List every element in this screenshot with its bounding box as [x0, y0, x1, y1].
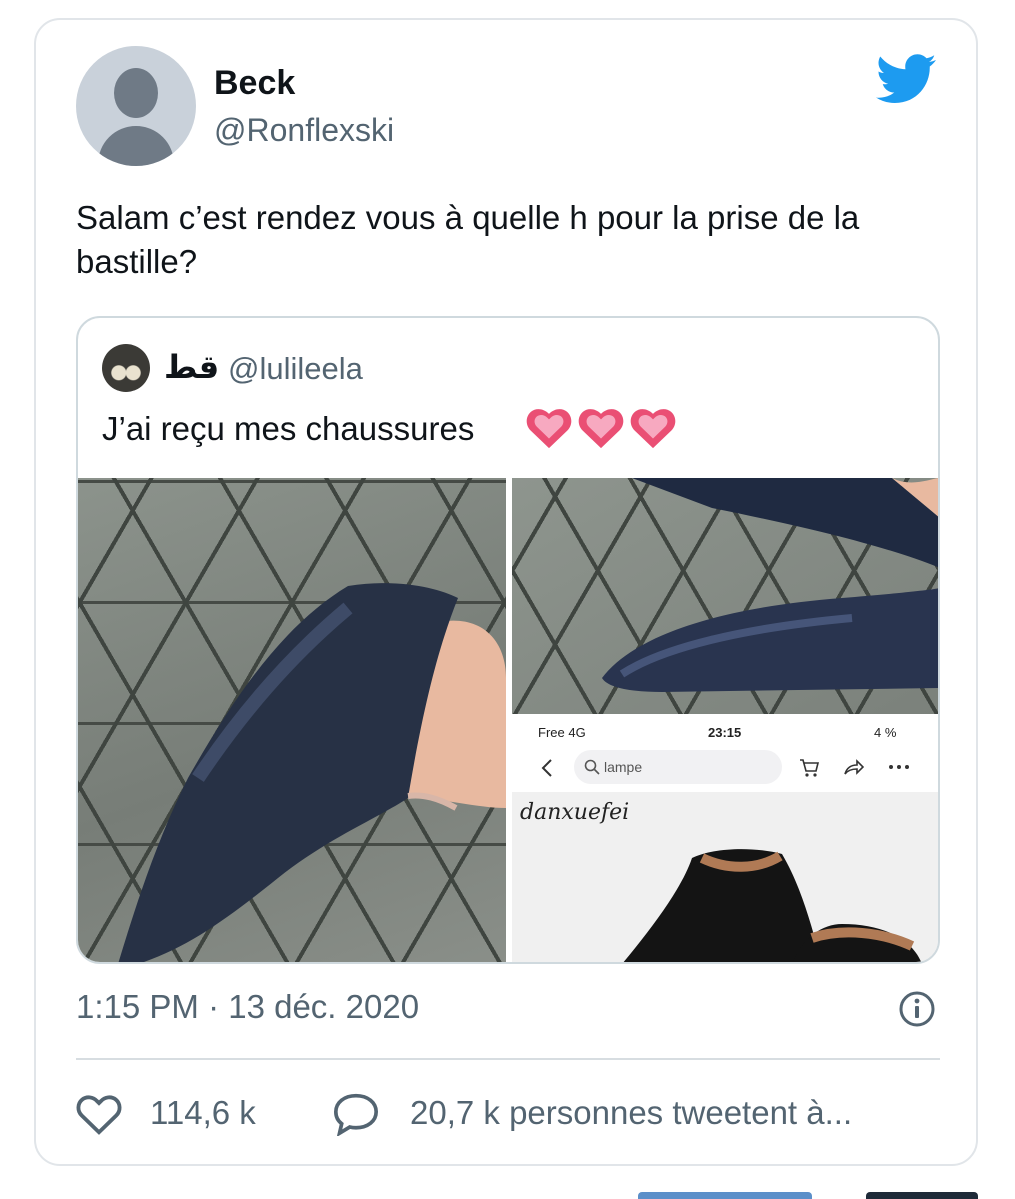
avatar-body-shape — [98, 126, 174, 166]
avatar-head-shape — [114, 68, 158, 118]
search-query: lampe — [604, 759, 643, 775]
pink-heart-emoji-icon — [630, 409, 676, 449]
heart-outline-icon[interactable] — [76, 1092, 122, 1136]
quoted-handle[interactable]: @lulileela — [228, 351, 363, 387]
quoted-text: J’ai reçu mes chaussures — [102, 410, 475, 447]
likes-count[interactable]: 114,6 k — [150, 1094, 256, 1132]
more-icon[interactable] — [888, 764, 910, 770]
shop-screenshot[interactable]: Free 4G 23:15 4 % lampe danxuefei — [512, 718, 938, 962]
quoted-tweet[interactable]: قط @lulileela J’ai reçu mes chaussures F… — [76, 316, 940, 964]
heart-emoji-group — [526, 406, 676, 450]
display-name[interactable]: Beck — [214, 64, 295, 103]
back-arrow-icon[interactable] — [540, 758, 554, 778]
tweet-text: Salam c’est rendez vous à quelle h pour … — [76, 199, 860, 280]
black-shoes-illustration — [623, 849, 922, 962]
status-battery: 4 % — [874, 725, 897, 740]
tweet-timestamp[interactable]: 1:15 PM · 13 déc. 2020 — [76, 988, 419, 1026]
pink-heart-emoji-icon — [526, 409, 572, 449]
speech-bubble-icon[interactable] — [332, 1092, 380, 1136]
shop-search-input[interactable]: lampe — [574, 750, 782, 784]
twitter-bird-icon[interactable] — [876, 54, 938, 104]
brand-watermark: danxuefei — [520, 800, 630, 825]
phone-status-bar: Free 4G 23:15 4 % — [512, 718, 938, 746]
search-icon — [584, 759, 600, 775]
avatar[interactable] — [76, 46, 196, 166]
user-handle[interactable]: @Ronflexski — [214, 112, 394, 149]
bottom-tab-indicator — [866, 1192, 978, 1199]
status-carrier: Free 4G — [538, 725, 586, 740]
photo-shoe-on-foot[interactable] — [78, 478, 506, 962]
share-icon[interactable] — [842, 756, 864, 778]
shoe-illustration — [118, 583, 506, 962]
shop-app-bar: lampe — [512, 746, 938, 792]
pink-heart-emoji-icon — [578, 409, 624, 449]
bottom-tab-indicator — [638, 1192, 812, 1199]
shoe-closeup-illustration — [602, 478, 938, 692]
quoted-display-name[interactable]: قط — [164, 348, 219, 386]
quoted-avatar[interactable] — [102, 344, 150, 392]
cart-icon[interactable] — [798, 756, 820, 778]
divider — [76, 1058, 940, 1060]
info-icon[interactable] — [898, 990, 936, 1028]
photo-shoe-closeup[interactable] — [512, 478, 938, 714]
status-time: 23:15 — [708, 725, 742, 740]
retweets-summary[interactable]: 20,7 k personnes tweetent à... — [410, 1094, 852, 1132]
